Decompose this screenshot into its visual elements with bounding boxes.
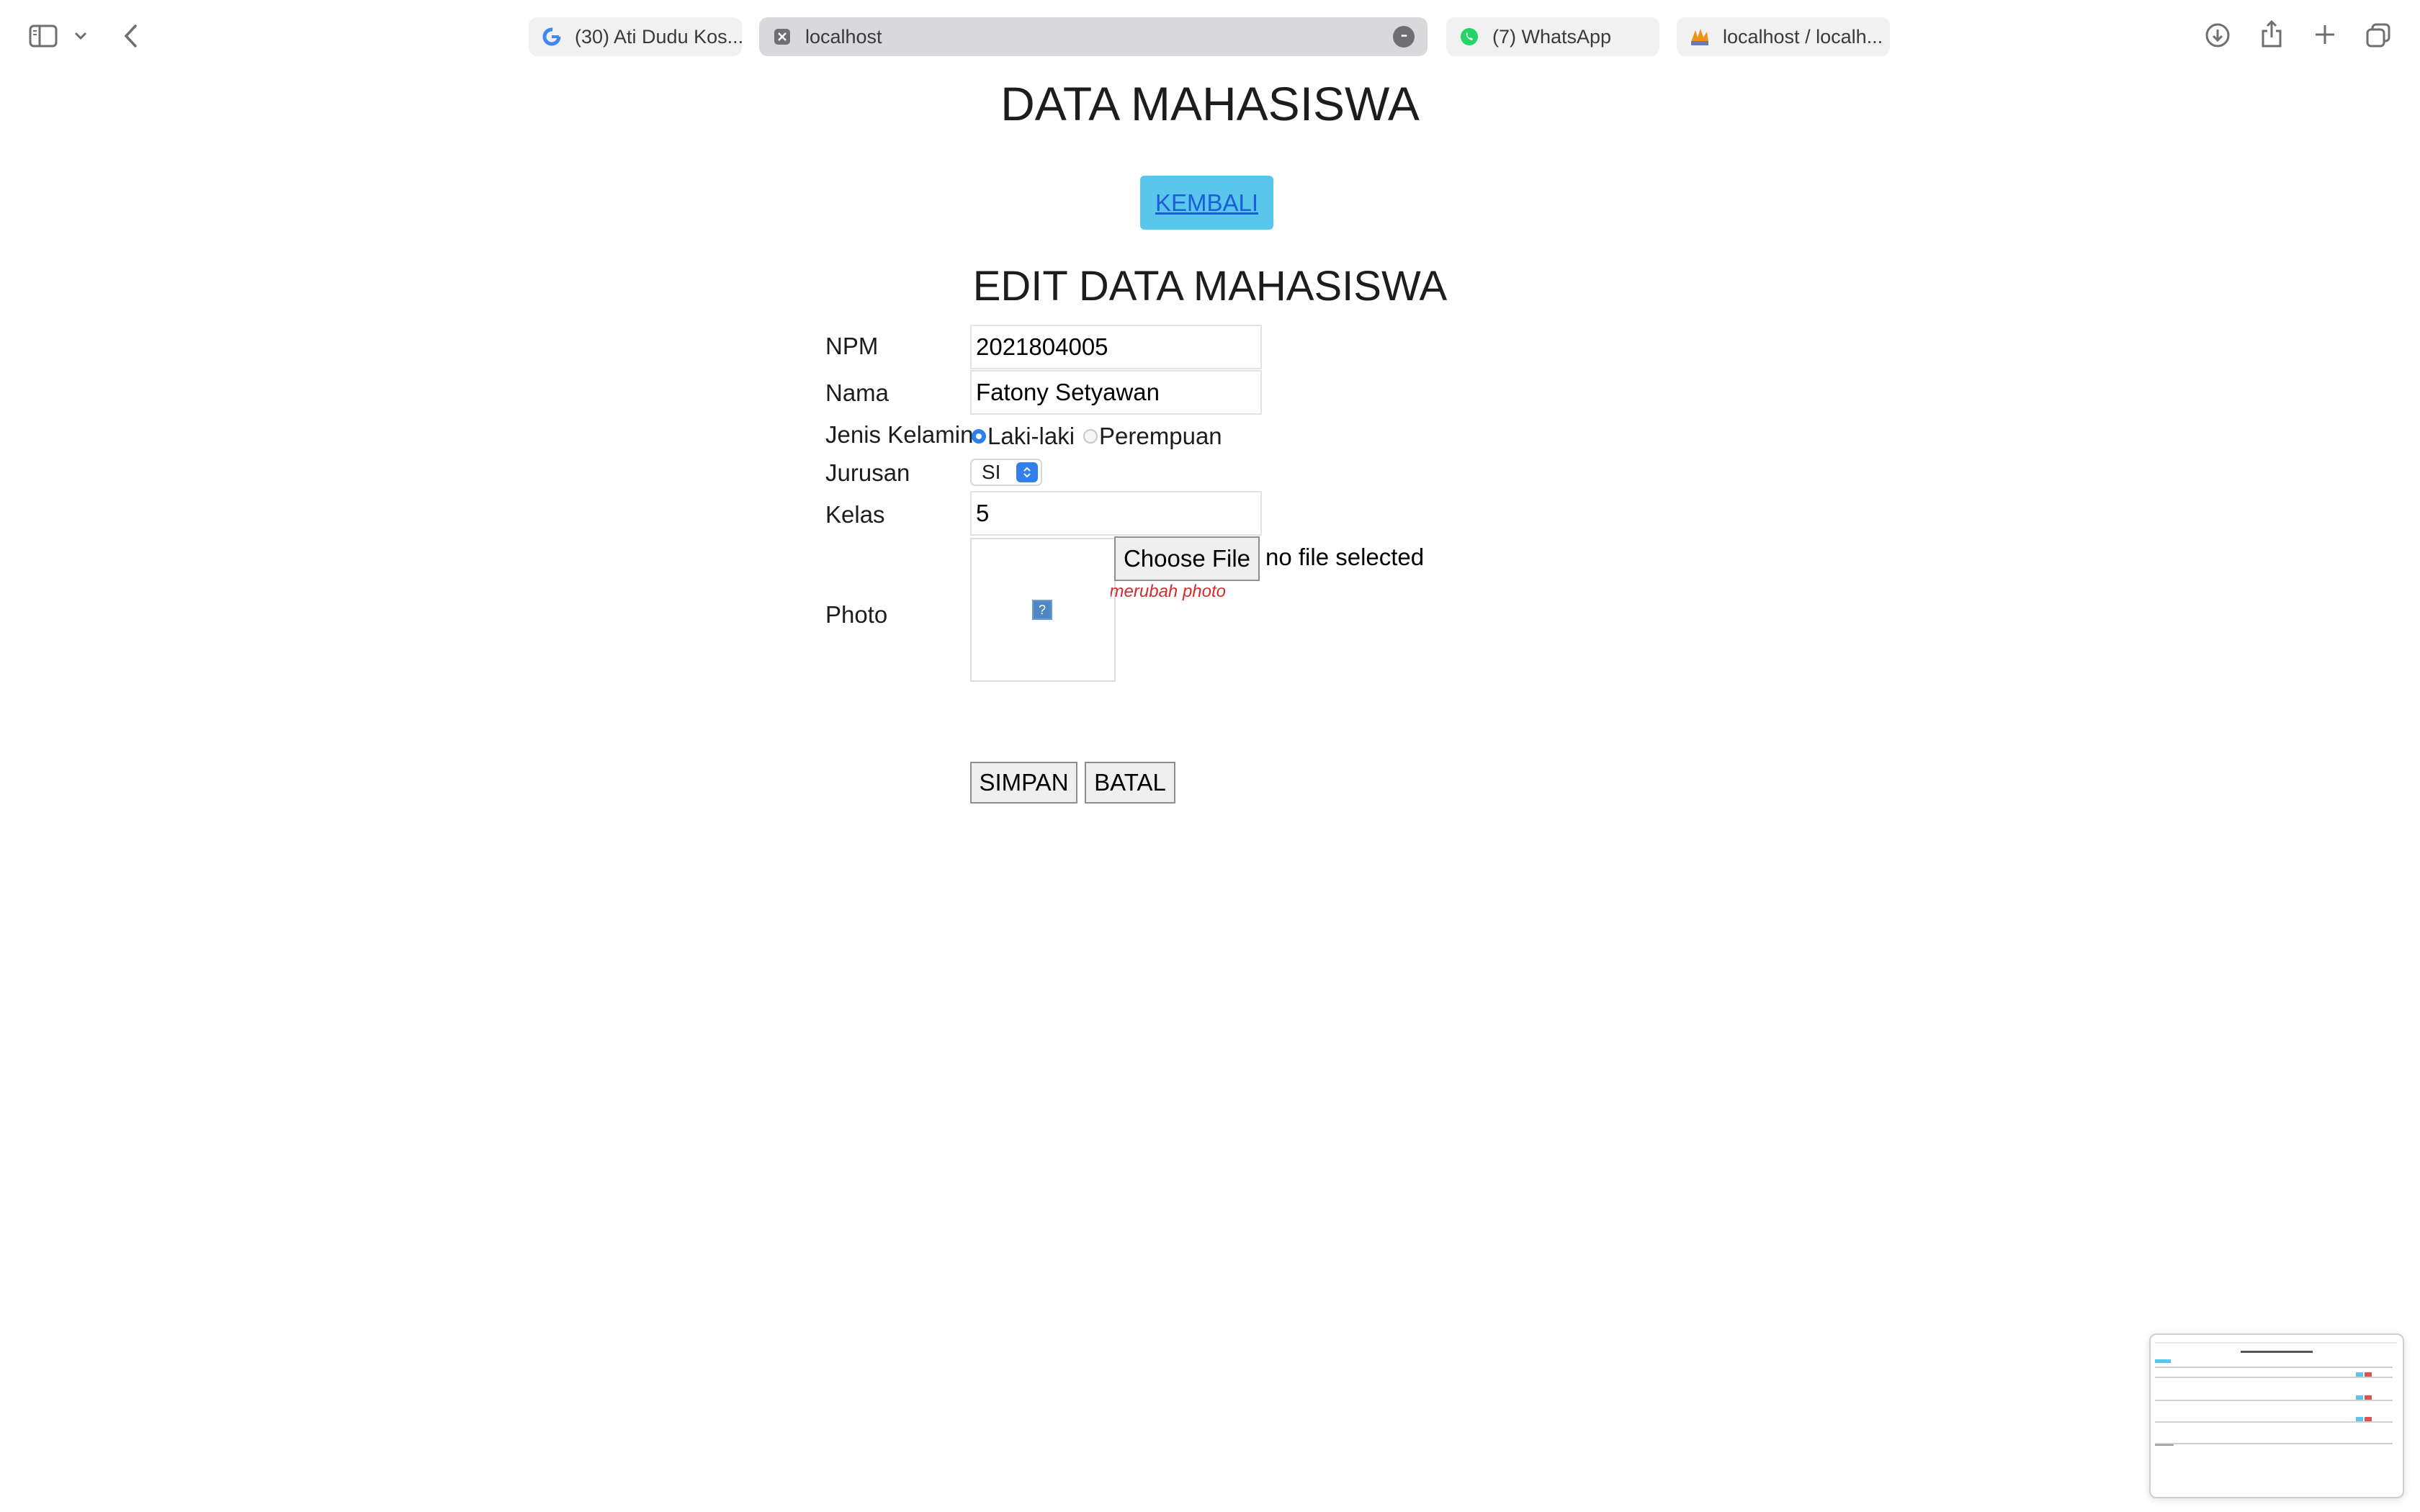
download-icon[interactable] (2204, 22, 2231, 49)
section-title: EDIT DATA MAHASISWA (972, 263, 1448, 310)
sidebar-toggle-icon[interactable] (27, 23, 59, 49)
broken-image-icon: ? (1032, 600, 1052, 620)
phpmyadmin-icon (1690, 27, 1710, 47)
tab-phpmyadmin[interactable]: localhost / localh... (1677, 17, 1890, 56)
photo-hint: merubah photo (1111, 582, 1226, 601)
photo-preview: ? (970, 538, 1116, 682)
radio-label-perempuan: Perempuan (1099, 423, 1222, 449)
whatsapp-icon (1459, 27, 1479, 47)
radio-label-laki-laki: Laki-laki (987, 423, 1075, 449)
back-arrow-icon[interactable] (120, 22, 141, 50)
tab-title: (7) WhatsApp (1492, 25, 1612, 48)
tab-title: localhost (805, 25, 882, 48)
jurusan-select[interactable]: SI (970, 459, 1042, 486)
jurusan-selected-value: SI (982, 461, 1001, 483)
photo-label: Photo (825, 601, 888, 628)
tab-overview-icon[interactable] (2364, 22, 2393, 49)
npm-label: NPM (825, 333, 879, 359)
chevron-down-icon[interactable] (72, 27, 89, 45)
npm-input[interactable]: 2021804005 (970, 325, 1262, 369)
file-status: no file selected (1265, 544, 1425, 570)
choose-file-button[interactable]: Choose File (1114, 536, 1260, 581)
kelas-label: Kelas (825, 501, 885, 528)
kelas-input[interactable]: 5 (970, 491, 1262, 536)
back-button[interactable]: KEMBALI (1140, 176, 1273, 230)
cancel-button[interactable]: BATAL (1085, 762, 1175, 804)
page-title: DATA MAHASISWA (1000, 77, 1420, 130)
radio-laki-laki[interactable] (972, 429, 986, 444)
nama-label: Nama (825, 379, 889, 406)
select-chevron-icon (1016, 462, 1038, 482)
google-icon (542, 27, 562, 47)
tab-title: (30) Ati Dudu Kos... (575, 25, 742, 48)
tab-google[interactable]: (30) Ati Dudu Kos... (529, 17, 742, 56)
tab-whatsapp[interactable]: (7) WhatsApp (1446, 17, 1659, 56)
back-link[interactable]: KEMBALI (1155, 189, 1258, 217)
gender-radio-group: Laki-laki Perempuan (970, 420, 1222, 452)
window-preview-thumbnail[interactable] (2149, 1333, 2404, 1498)
tab-localhost[interactable]: localhost ••• (759, 17, 1428, 56)
new-tab-icon[interactable] (2312, 22, 2338, 48)
gender-label: Jenis Kelamin (825, 421, 974, 448)
share-icon[interactable] (2259, 19, 2285, 49)
nama-input[interactable]: Fatony Setyawan (970, 370, 1262, 415)
jurusan-label: Jurusan (825, 459, 910, 486)
browser-toolbar: (30) Ati Dudu Kos... localhost ••• (7) W… (0, 0, 2420, 72)
more-options-icon[interactable]: ••• (1393, 26, 1415, 48)
tab-title: localhost / localh... (1723, 25, 1883, 48)
close-icon[interactable] (772, 27, 792, 47)
radio-perempuan[interactable] (1083, 429, 1098, 444)
save-button[interactable]: SIMPAN (970, 762, 1077, 804)
